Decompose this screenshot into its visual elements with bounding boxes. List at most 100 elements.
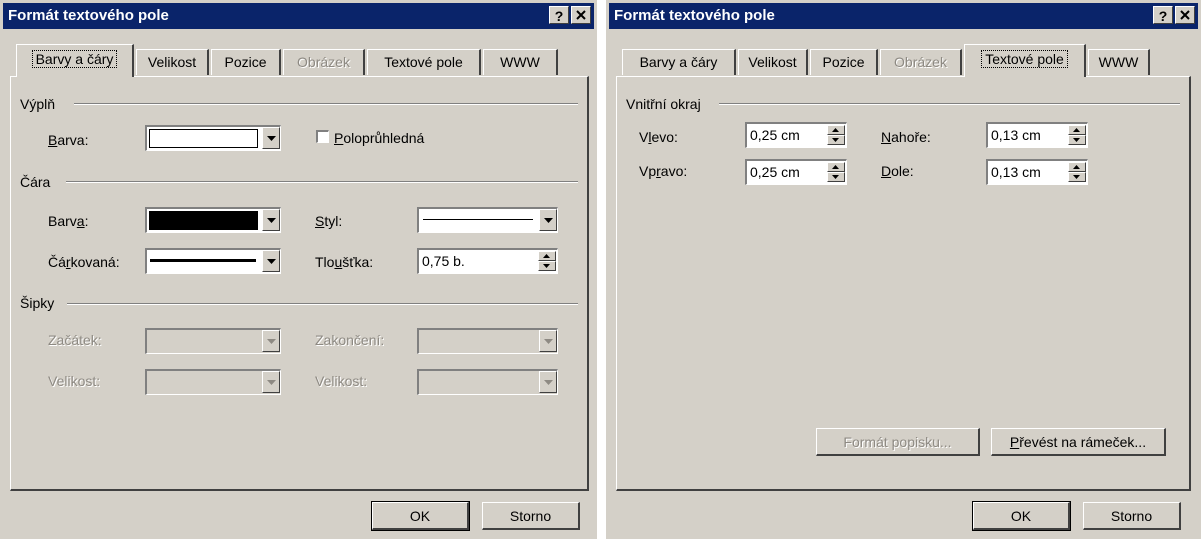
spin-down-button[interactable] bbox=[538, 261, 556, 271]
spin-down-button[interactable] bbox=[1068, 135, 1086, 145]
chevron-down-icon bbox=[267, 339, 276, 344]
tab-position[interactable]: Pozice bbox=[810, 49, 878, 75]
margin-bottom-spinner[interactable]: 0,13 cm bbox=[986, 159, 1088, 185]
ok-button[interactable]: OK bbox=[371, 501, 470, 531]
margin-left-value: 0,25 cm bbox=[750, 127, 800, 143]
convert-to-frame-button[interactable]: Převést na rámeček... bbox=[991, 428, 1166, 456]
spin-up-button[interactable] bbox=[827, 162, 845, 172]
margin-right-spinner[interactable]: 0,25 cm bbox=[745, 159, 847, 185]
close-icon bbox=[576, 10, 586, 20]
cancel-button[interactable]: Storno bbox=[482, 502, 580, 530]
dialog-title: Formát textového pole bbox=[614, 7, 775, 24]
fill-group-label: Výplň bbox=[20, 96, 56, 112]
line-color-label: Barva: bbox=[48, 213, 89, 229]
chevron-down-icon bbox=[544, 218, 553, 223]
margin-right-value: 0,25 cm bbox=[750, 164, 800, 180]
margin-left-label: Vlevo: bbox=[639, 129, 678, 145]
semi-transparent-checkbox[interactable] bbox=[316, 130, 329, 143]
tab-picture: Obrázek bbox=[283, 49, 365, 75]
tab-label: WWW bbox=[500, 54, 540, 70]
spin-up-button[interactable] bbox=[538, 251, 556, 261]
spin-down-button[interactable] bbox=[827, 135, 845, 145]
group-divider bbox=[719, 103, 1180, 105]
tab-label: Pozice bbox=[224, 54, 267, 70]
arrow-down-icon bbox=[543, 264, 550, 268]
arrow-down-icon bbox=[832, 175, 839, 179]
tab-label: Obrázek bbox=[894, 54, 947, 70]
tab-size[interactable]: Velikost bbox=[738, 49, 808, 75]
fill-color-combo[interactable] bbox=[145, 125, 281, 151]
arrow-up-icon bbox=[1073, 165, 1080, 169]
tab-position[interactable]: Pozice bbox=[211, 49, 281, 75]
help-button[interactable]: ? bbox=[549, 6, 569, 24]
end-style-label: Zakončení: bbox=[315, 332, 385, 348]
dropdown-arrow[interactable] bbox=[262, 209, 280, 231]
margin-top-value: 0,13 cm bbox=[991, 127, 1041, 143]
tab-colors-lines[interactable]: Barvy a čáry bbox=[16, 44, 134, 77]
line-style-label: Styl: bbox=[315, 213, 343, 229]
dropdown-arrow bbox=[539, 371, 557, 393]
format-callout-button: Formát popisku... bbox=[816, 428, 980, 456]
chevron-down-icon bbox=[544, 380, 553, 385]
dropdown-arrow[interactable] bbox=[262, 127, 280, 149]
tab-web[interactable]: WWW bbox=[483, 49, 558, 75]
fill-color-label: Barva: bbox=[48, 132, 89, 148]
end-size-label: Velikost: bbox=[315, 373, 368, 389]
spin-up-button[interactable] bbox=[1068, 125, 1086, 135]
begin-style-combo bbox=[145, 328, 281, 354]
ok-button[interactable]: OK bbox=[972, 501, 1071, 531]
fill-color-swatch bbox=[149, 129, 258, 148]
format-textbox-dialog-textbox: Formát textového pole ? Barvy a čáry Vel… bbox=[606, 0, 1201, 539]
close-button[interactable] bbox=[1175, 6, 1195, 24]
help-icon: ? bbox=[554, 8, 564, 24]
arrows-group-label: Šipky bbox=[20, 295, 55, 311]
title-bar: Formát textového pole ? bbox=[609, 3, 1198, 29]
arrow-down-icon bbox=[1073, 175, 1080, 179]
margin-right-label: Vpravo: bbox=[639, 163, 688, 179]
tab-text-box[interactable]: Textové pole bbox=[964, 44, 1086, 77]
tab-label: Pozice bbox=[822, 54, 865, 70]
margin-left-spinner[interactable]: 0,25 cm bbox=[745, 122, 847, 148]
spin-up-button[interactable] bbox=[1068, 162, 1086, 172]
spin-buttons bbox=[827, 162, 845, 182]
tab-colors-lines[interactable]: Barvy a čáry bbox=[622, 49, 736, 75]
line-color-swatch bbox=[149, 211, 258, 230]
dropdown-arrow[interactable] bbox=[262, 250, 280, 272]
tab-web[interactable]: WWW bbox=[1088, 49, 1150, 75]
spin-down-button[interactable] bbox=[1068, 172, 1086, 182]
tab-size[interactable]: Velikost bbox=[136, 49, 209, 75]
tab-label: Obrázek bbox=[297, 54, 350, 70]
arrow-up-icon bbox=[832, 165, 839, 169]
weight-value: 0,75 b. bbox=[422, 253, 465, 269]
weight-label: Tloušťka: bbox=[315, 254, 374, 270]
line-color-combo[interactable] bbox=[145, 207, 281, 233]
begin-size-combo bbox=[145, 369, 281, 395]
spin-buttons bbox=[538, 251, 556, 271]
dashed-combo[interactable] bbox=[145, 248, 281, 274]
end-size-combo bbox=[417, 369, 558, 395]
line-group-label: Čára bbox=[20, 174, 51, 190]
close-button[interactable] bbox=[571, 6, 591, 24]
line-style-combo[interactable] bbox=[417, 207, 558, 233]
chevron-down-icon bbox=[267, 218, 276, 223]
begin-style-label: Začátek: bbox=[48, 332, 102, 348]
help-button[interactable]: ? bbox=[1153, 6, 1173, 24]
format-textbox-dialog-colors: Formát textového pole ? Barvy a čáry Vel… bbox=[0, 0, 597, 539]
cancel-button[interactable]: Storno bbox=[1083, 502, 1181, 530]
arrow-up-icon bbox=[1073, 128, 1080, 132]
margin-top-spinner[interactable]: 0,13 cm bbox=[986, 122, 1088, 148]
end-style-combo bbox=[417, 328, 558, 354]
spin-up-button[interactable] bbox=[827, 125, 845, 135]
close-icon bbox=[1180, 10, 1190, 20]
dropdown-arrow[interactable] bbox=[539, 209, 557, 231]
line-style-preview bbox=[423, 219, 533, 220]
weight-spinner[interactable]: 0,75 b. bbox=[417, 248, 558, 274]
margin-bottom-label: Dole: bbox=[881, 163, 914, 179]
dialog-title: Formát textového pole bbox=[8, 7, 169, 24]
tab-text-box[interactable]: Textové pole bbox=[367, 49, 481, 75]
spin-down-button[interactable] bbox=[827, 172, 845, 182]
tab-label: Textové pole bbox=[384, 54, 463, 70]
semi-transparent-label: Poloprůhledná bbox=[334, 130, 425, 146]
spin-buttons bbox=[827, 125, 845, 145]
dropdown-arrow bbox=[262, 371, 280, 393]
